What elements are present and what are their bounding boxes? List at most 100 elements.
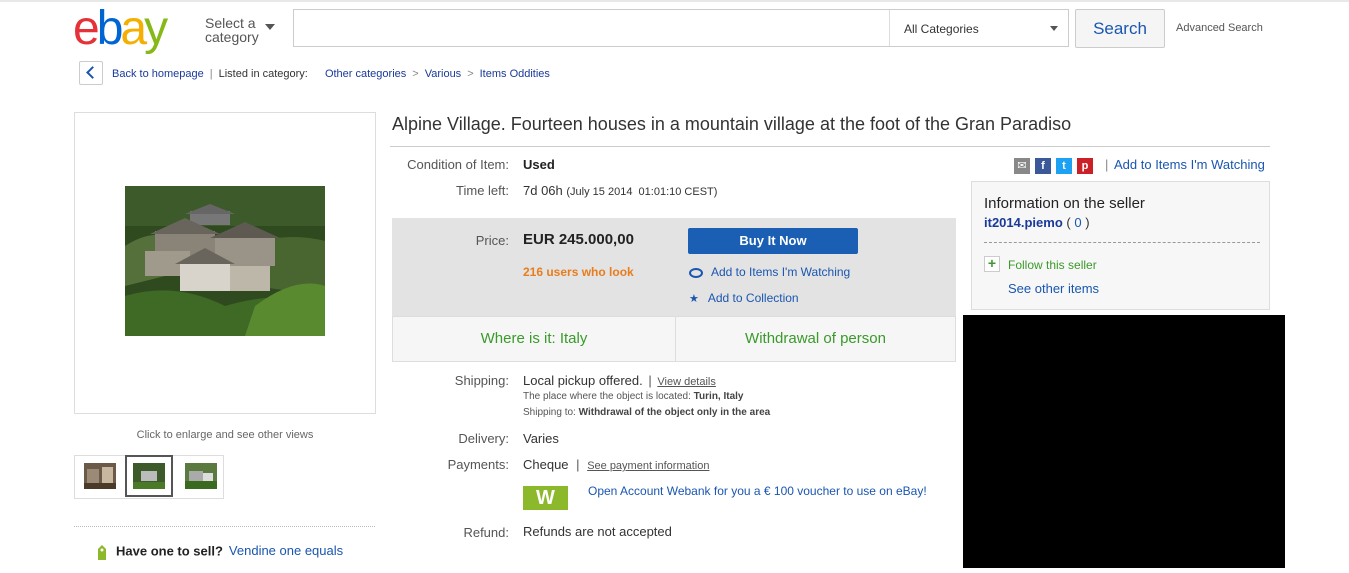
shipping-to-line: Shipping to: Withdrawal of the object on… bbox=[523, 407, 770, 418]
time-left: 7d 06h (July 15 2014 01:01:10 CEST) bbox=[523, 183, 717, 198]
delivery-label: Delivery: bbox=[458, 431, 509, 446]
advertisement-block bbox=[963, 315, 1285, 568]
sell-question: Have one to sell? bbox=[116, 543, 223, 559]
back-to-homepage-link[interactable]: Back to homepage bbox=[112, 68, 204, 80]
feedback-open: ( bbox=[1066, 215, 1071, 230]
follow-seller-link[interactable]: Follow this seller bbox=[1008, 258, 1097, 272]
shipping-pipe: | bbox=[648, 373, 652, 388]
enlarge-hint: Click to enlarge and see other views bbox=[136, 429, 314, 441]
time-left-date: (July 15 2014 01:01:10 CEST) bbox=[566, 186, 718, 198]
top-border bbox=[0, 0, 1349, 2]
seller-info-panel: Information on the seller it2014.piemo (… bbox=[971, 181, 1270, 310]
back-button[interactable] bbox=[79, 61, 103, 85]
breadcrumb-items-oddities[interactable]: Items Oddities bbox=[480, 68, 550, 80]
price-tag-icon bbox=[98, 545, 106, 560]
price-value: EUR 245.000,00 bbox=[523, 231, 634, 248]
main-item-photo bbox=[125, 186, 325, 336]
title-divider bbox=[390, 146, 1270, 147]
shipping-label: Shipping: bbox=[454, 373, 509, 388]
payments-label: Payments: bbox=[447, 457, 509, 472]
shipping-value-row: Local pickup offered. | View details bbox=[523, 373, 716, 388]
seller-feedback-score[interactable]: 0 bbox=[1074, 215, 1081, 230]
breadcrumb-other-categories[interactable]: Other categories bbox=[325, 68, 406, 80]
star-icon: ★ bbox=[689, 293, 699, 305]
advanced-search-link[interactable]: Advanced Search bbox=[1176, 22, 1263, 34]
select-category-line2: category bbox=[205, 29, 259, 45]
shipping-value: Local pickup offered. bbox=[523, 373, 643, 388]
eye-icon bbox=[689, 267, 703, 278]
item-location: Where is it: Italy bbox=[480, 330, 588, 347]
location-row: Where is it: Italy Withdrawal of person bbox=[392, 316, 956, 362]
pinterest-icon[interactable]: p bbox=[1077, 157, 1093, 174]
email-icon[interactable]: ✉ bbox=[1014, 157, 1030, 174]
price-label: Price: bbox=[475, 233, 509, 248]
add-to-watch-label: Add to Items I'm Watching bbox=[711, 265, 851, 279]
add-to-collection-label: Add to Collection bbox=[707, 291, 799, 305]
seller-heading: Information on the seller bbox=[984, 195, 1145, 212]
category-dropdown[interactable]: All Categories bbox=[889, 10, 1068, 46]
thumbnail-strip bbox=[74, 455, 224, 499]
location-label: The place where the object is located: bbox=[523, 391, 691, 402]
delivery-value: Varies bbox=[523, 431, 559, 446]
condition-value: Used bbox=[523, 157, 555, 172]
thumbnail-2-image bbox=[133, 463, 165, 489]
payment-info-link[interactable]: See payment information bbox=[587, 460, 709, 472]
plus-icon[interactable]: + bbox=[984, 256, 1000, 272]
buy-it-now-button[interactable]: Buy It Now bbox=[688, 228, 858, 254]
caret-down-icon bbox=[1050, 26, 1058, 31]
webank-logo[interactable]: W bbox=[523, 486, 568, 510]
listed-in-label: Listed in category: bbox=[218, 68, 308, 80]
withdrawal-option: Withdrawal of person bbox=[745, 330, 886, 347]
breadcrumb: Back to homepage | Listed in category: Oth… bbox=[112, 68, 550, 80]
thumbnail-3[interactable] bbox=[185, 463, 217, 489]
shipping-to-label: Shipping to: bbox=[523, 407, 576, 418]
location-line: The place where the object is located: T… bbox=[523, 391, 744, 402]
search-button[interactable]: Search bbox=[1075, 9, 1165, 48]
add-to-collection-link[interactable]: ★ Add to Collection bbox=[689, 291, 799, 305]
refund-value: Refunds are not accepted bbox=[523, 524, 672, 539]
facebook-icon[interactable]: f bbox=[1035, 157, 1051, 174]
thumbnail-1[interactable] bbox=[84, 463, 116, 489]
add-to-watch-link[interactable]: Add to Items I'm Watching bbox=[689, 265, 850, 279]
shipping-to-value: Withdrawal of the object only in the are… bbox=[578, 407, 771, 418]
social-share: ✉ f t p bbox=[1014, 157, 1098, 175]
payments-value: Cheque bbox=[523, 457, 569, 472]
sell-similar-link[interactable]: Vendine one equals bbox=[229, 543, 343, 558]
time-left-value: 7d 06h bbox=[523, 183, 563, 198]
sell-one-prompt: Have one to sell? Vendine one equals bbox=[96, 543, 343, 561]
watch-item-link[interactable]: Add to Items I'm Watching bbox=[1114, 157, 1265, 172]
seller-divider bbox=[984, 242, 1260, 243]
caret-down-icon bbox=[265, 24, 275, 30]
breadcrumb-various[interactable]: Various bbox=[425, 68, 461, 80]
search-bar: All Categories bbox=[293, 9, 1069, 47]
refund-label: Refund: bbox=[463, 525, 509, 540]
select-category-line1: Select a bbox=[205, 15, 256, 31]
webank-offer-link[interactable]: Open Account Webank for you a € 100 vouc… bbox=[588, 483, 933, 499]
time-left-label: Time left: bbox=[456, 183, 509, 198]
divider bbox=[74, 526, 375, 527]
seller-identity: it2014.piemo ( 0 ) bbox=[984, 215, 1090, 230]
payments-pipe: | bbox=[576, 457, 580, 472]
chevron-left-icon bbox=[86, 66, 99, 79]
thumbnail-2-selected[interactable] bbox=[125, 455, 173, 497]
category-dropdown-value: All Categories bbox=[904, 22, 979, 36]
twitter-icon[interactable]: t bbox=[1056, 157, 1072, 174]
condition-label: Condition of Item: bbox=[407, 157, 509, 172]
location-value: Turin, Italy bbox=[693, 391, 744, 402]
main-image-panel[interactable] bbox=[74, 112, 376, 414]
breadcrumb-pipe: | bbox=[209, 68, 213, 80]
watchers-count: 216 users who look bbox=[523, 265, 634, 279]
breadcrumb-separator: > bbox=[467, 68, 474, 80]
item-title: Alpine Village. Fourteen houses in a mou… bbox=[392, 114, 1072, 134]
see-other-items-link[interactable]: See other items bbox=[1008, 281, 1099, 296]
seller-name-link[interactable]: it2014.piemo bbox=[984, 215, 1063, 230]
search-input[interactable] bbox=[294, 10, 888, 46]
payments-row: Cheque | See payment information bbox=[523, 457, 709, 472]
feedback-close: ) bbox=[1085, 215, 1090, 230]
ebay-logo-graphic: ebay bbox=[73, 4, 171, 54]
breadcrumb-separator: > bbox=[412, 68, 419, 80]
select-category-button[interactable]: Select a category bbox=[205, 15, 275, 45]
ebay-logo[interactable]: ebay bbox=[73, 4, 193, 54]
view-details-link[interactable]: View details bbox=[657, 376, 716, 388]
svg-text:ebay: ebay bbox=[73, 4, 168, 54]
